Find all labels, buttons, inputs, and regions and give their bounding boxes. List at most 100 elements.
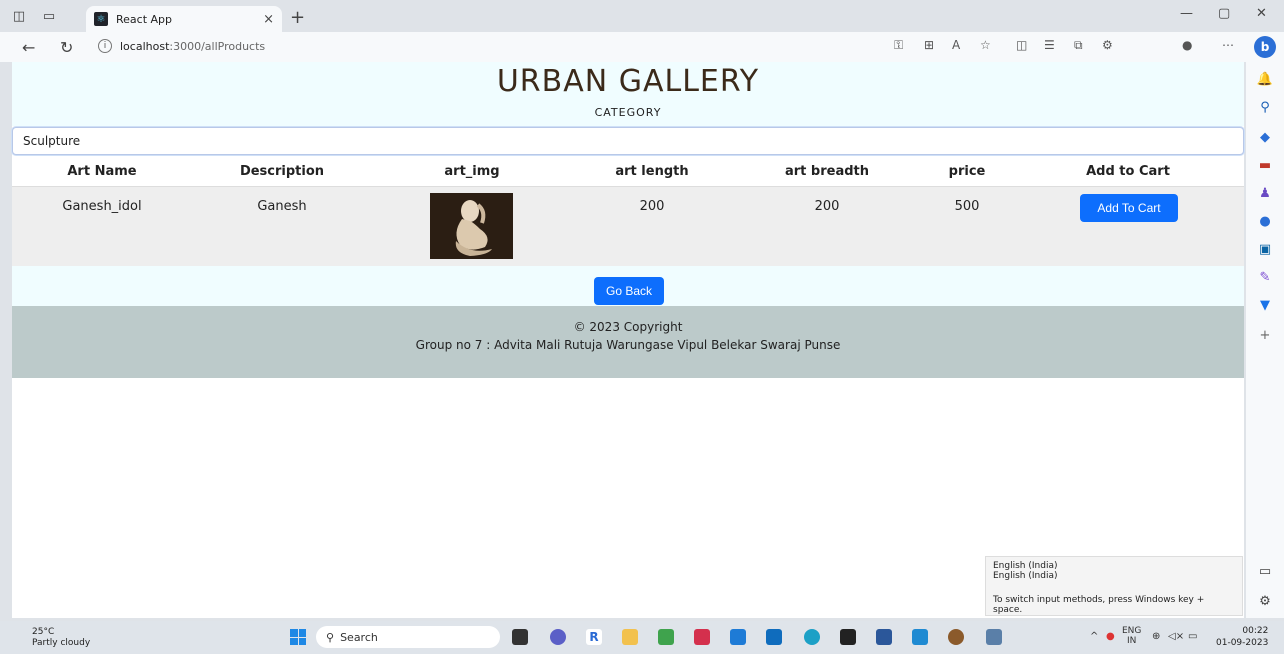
url-host: localhost (120, 39, 170, 53)
battery-icon[interactable]: ▭ (1188, 631, 1197, 642)
workspaces-icon[interactable]: ◫ (6, 3, 32, 29)
weather-condition: Partly cloudy (32, 638, 91, 648)
file-explorer-icon[interactable] (622, 629, 638, 645)
word-icon[interactable] (876, 629, 892, 645)
site-footer: © 2023 Copyright Group no 7 : Advita Mal… (12, 306, 1244, 378)
url-field[interactable]: i localhost :3000/allProducts (92, 35, 952, 57)
col-description: Description (239, 164, 325, 179)
mail-icon[interactable] (766, 629, 782, 645)
lang-top: ENG (1122, 626, 1142, 636)
url-path: :3000/allProducts (169, 39, 266, 53)
bing-copilot-icon[interactable]: b (1254, 36, 1276, 58)
taskbar-search[interactable]: ⚲ Search (316, 626, 500, 648)
notification-bell-icon[interactable]: 🔔 (1256, 70, 1274, 88)
favorite-star-icon[interactable]: ☆ (980, 38, 991, 52)
tab-title: React App (116, 12, 173, 26)
col-add-to-cart: Add to Cart (1086, 164, 1170, 179)
r-app-icon[interactable]: R (586, 629, 602, 645)
col-art-length: art length (615, 164, 689, 179)
lang-bottom: IN (1127, 636, 1137, 646)
category-select[interactable]: Sculpture (12, 127, 1244, 155)
clock[interactable]: 00:22 01-09-2023 (1216, 625, 1268, 649)
site-info-icon[interactable]: i (98, 39, 112, 53)
mcafee-icon[interactable] (694, 629, 710, 645)
language-indicator[interactable]: ENG IN (1122, 626, 1141, 646)
site-header: URBAN GALLERY CATEGORY (12, 62, 1244, 126)
sidebar-search-icon[interactable]: ⚲ (1256, 98, 1274, 116)
col-price: price (948, 164, 986, 179)
table-header: Art Name Description art_img art length … (12, 158, 1244, 186)
col-art-img: art_img (444, 164, 500, 179)
app-available-icon[interactable]: ⊞ (924, 38, 934, 52)
favorites-icon[interactable]: ☰ (1044, 38, 1055, 52)
edge-taskbar-icon[interactable] (804, 629, 820, 645)
weather-widget[interactable]: 25°C Partly cloudy (32, 627, 90, 649)
art-image (430, 193, 513, 259)
ime-line-1: English (India) (993, 561, 1058, 571)
ime-line-2: English (India) (993, 571, 1058, 581)
cell-art-length: 200 (639, 199, 665, 214)
window-close-button[interactable]: ✕ (1256, 6, 1267, 21)
clock-date: 01-09-2023 (1216, 638, 1269, 648)
new-tab-button[interactable]: + (290, 7, 305, 28)
ime-hint: To switch input methods, press Windows k… (993, 595, 1205, 615)
app-green-icon[interactable] (658, 629, 674, 645)
cell-art-name: Ganesh_idol (62, 199, 142, 214)
outlook-icon[interactable]: ▣ (1256, 240, 1274, 258)
category-label: CATEGORY (594, 106, 662, 119)
collections-icon[interactable]: ⧉ (1074, 38, 1083, 53)
cell-description: Ganesh (257, 199, 307, 214)
minimize-button[interactable]: — (1180, 6, 1193, 21)
refresh-icon[interactable]: ↻ (60, 38, 73, 57)
key-icon[interactable]: ⚿ (894, 38, 903, 53)
col-art-name: Art Name (67, 164, 137, 179)
terminal-icon[interactable] (840, 629, 856, 645)
copyright-text: © 2023 Copyright (573, 320, 683, 334)
cell-art-breadth: 200 (814, 199, 840, 214)
vscode-icon[interactable] (912, 629, 928, 645)
maximize-button[interactable]: ▢ (1218, 6, 1230, 21)
group-members-text: Group no 7 : Advita Mali Rutuja Warungas… (415, 338, 841, 352)
read-aloud-icon[interactable]: A (952, 38, 960, 52)
windows-taskbar: 25°C Partly cloudy ⚲ Search R ^ ● ENG IN… (0, 621, 1284, 654)
tools-briefcase-icon[interactable]: ▬ (1256, 156, 1274, 174)
sculpture-image (430, 193, 513, 259)
clock-time: 00:22 (1242, 626, 1269, 636)
page-content: URBAN GALLERY CATEGORY Sculpture Art Nam… (12, 62, 1244, 618)
volume-icon[interactable]: ◁× (1168, 631, 1184, 642)
designer-icon[interactable]: ✎ (1256, 268, 1274, 286)
drop-icon[interactable]: ▼ (1256, 296, 1274, 314)
brand-title: URBAN GALLERY (496, 64, 760, 99)
task-view-icon[interactable] (512, 629, 528, 645)
more-menu-icon[interactable]: ⋯ (1222, 38, 1234, 52)
go-back-button[interactable]: Go Back (594, 277, 664, 305)
profile-avatar[interactable]: ● (1182, 38, 1192, 52)
app-image-icon[interactable] (986, 629, 1002, 645)
windows-start-icon[interactable] (290, 629, 306, 645)
add-to-cart-button[interactable]: Add To Cart (1080, 194, 1178, 222)
split-screen-icon[interactable]: ◫ (1016, 38, 1027, 52)
microsoft365-icon[interactable]: ● (1256, 212, 1274, 230)
tab-actions-icon[interactable]: ▭ (36, 3, 62, 29)
col-art-breadth: art breadth (784, 164, 869, 179)
cell-price: 500 (954, 199, 980, 214)
input-method-popup: English (India) English (India) To switc… (985, 556, 1243, 616)
shopping-tag-icon[interactable]: ◆ (1256, 128, 1274, 146)
sidebar-settings-icon[interactable]: ⚙ (1256, 592, 1274, 610)
games-icon[interactable]: ♟ (1256, 184, 1274, 202)
network-icon[interactable]: ⊕ (1152, 631, 1160, 642)
search-icon: ⚲ (326, 630, 335, 644)
tray-chevron-icon[interactable]: ^ (1090, 631, 1098, 642)
hide-sidebar-icon[interactable]: ▭ (1256, 562, 1274, 580)
add-sidebar-app-icon[interactable]: + (1256, 326, 1274, 344)
teams-chat-icon[interactable] (550, 629, 566, 645)
extensions-icon[interactable]: ⚙ (1102, 38, 1113, 52)
app-brown-icon[interactable] (948, 629, 964, 645)
tray-app-icon[interactable]: ● (1106, 631, 1115, 642)
back-arrow-icon[interactable]: ← (22, 38, 35, 57)
search-label: Search (340, 630, 378, 644)
table-row: Ganesh_idol Ganesh 200 200 500 Add To Ca… (12, 186, 1244, 266)
linkedin-icon[interactable] (730, 629, 746, 645)
tab-react-app[interactable]: ⚛ React App × (86, 6, 282, 32)
tab-close-icon[interactable]: × (263, 12, 274, 27)
